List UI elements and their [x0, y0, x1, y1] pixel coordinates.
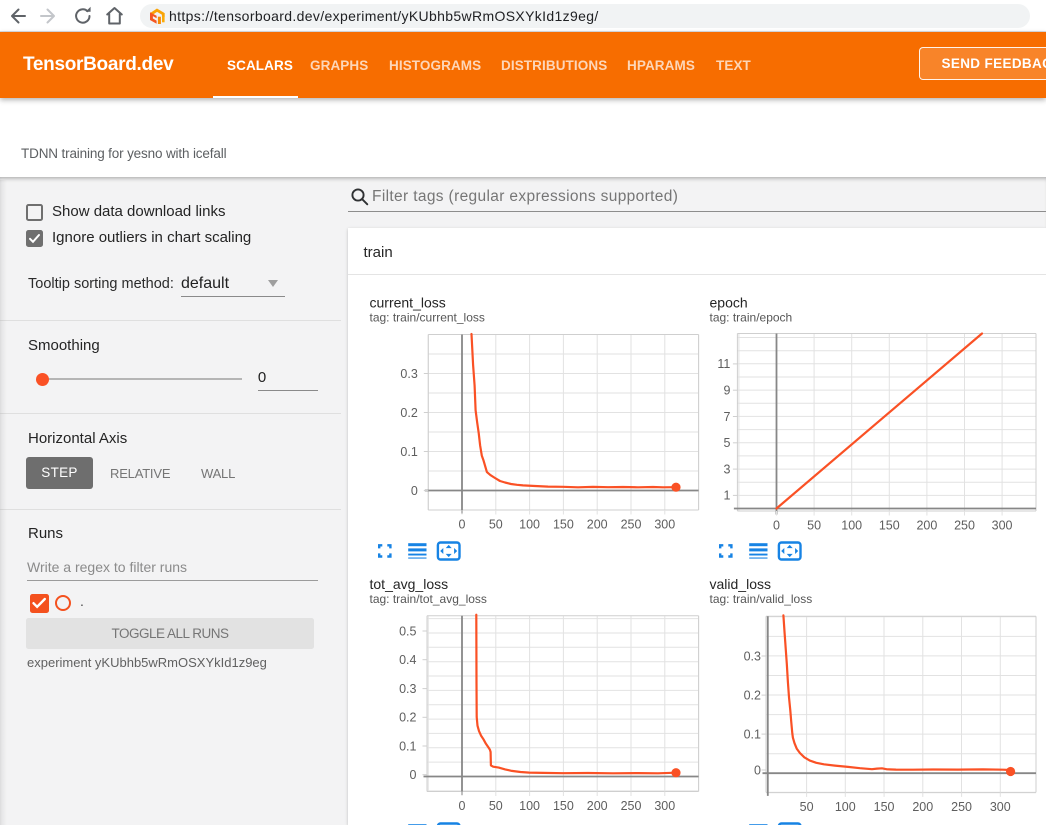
svg-text:250: 250	[621, 518, 642, 532]
svg-text:100: 100	[835, 800, 856, 814]
svg-text:150: 150	[879, 519, 900, 533]
svg-text:300: 300	[654, 799, 675, 813]
svg-text:0.1: 0.1	[399, 739, 416, 753]
svg-text:0: 0	[459, 799, 466, 813]
svg-text:100: 100	[519, 518, 540, 532]
svg-text:300: 300	[990, 800, 1011, 814]
svg-text:250: 250	[621, 799, 642, 813]
svg-text:300: 300	[992, 519, 1013, 533]
svg-text:valid_loss: valid_loss	[710, 576, 771, 592]
svg-text:200: 200	[912, 800, 933, 814]
svg-text:1: 1	[723, 489, 730, 503]
svg-text:0.1: 0.1	[744, 727, 761, 741]
svg-text:0.4: 0.4	[399, 653, 416, 667]
svg-text:0: 0	[459, 518, 466, 532]
svg-text:200: 200	[587, 518, 608, 532]
svg-text:11: 11	[717, 357, 730, 371]
svg-text:50: 50	[800, 800, 814, 814]
svg-text:0.1: 0.1	[400, 445, 417, 459]
svg-text:tag: train/current_loss: tag: train/current_loss	[370, 311, 485, 325]
svg-text:50: 50	[807, 519, 821, 533]
svg-text:200: 200	[916, 519, 937, 533]
svg-text:300: 300	[654, 518, 675, 532]
svg-text:0.3: 0.3	[400, 367, 417, 381]
svg-text:7: 7	[723, 410, 730, 424]
svg-text:0.3: 0.3	[744, 649, 761, 663]
svg-text:250: 250	[951, 800, 972, 814]
svg-text:0: 0	[754, 763, 761, 777]
svg-text:200: 200	[587, 799, 608, 813]
svg-text:100: 100	[841, 519, 862, 533]
svg-text:5: 5	[723, 436, 730, 450]
svg-text:tag: train/tot_avg_loss: tag: train/tot_avg_loss	[370, 592, 487, 606]
svg-text:150: 150	[553, 799, 574, 813]
svg-text:150: 150	[553, 518, 574, 532]
svg-text:0.2: 0.2	[399, 711, 416, 725]
svg-text:3: 3	[723, 462, 730, 476]
svg-text:0.5: 0.5	[399, 624, 416, 638]
svg-text:0.2: 0.2	[400, 406, 417, 420]
svg-text:tag: train/valid_loss: tag: train/valid_loss	[710, 592, 813, 606]
svg-text:250: 250	[954, 519, 975, 533]
svg-text:current_loss: current_loss	[370, 295, 446, 311]
svg-text:100: 100	[519, 799, 540, 813]
svg-text:0.3: 0.3	[399, 682, 416, 696]
svg-text:epoch: epoch	[710, 295, 748, 311]
svg-text:0.2: 0.2	[744, 688, 761, 702]
svg-text:50: 50	[489, 518, 503, 532]
svg-text:0: 0	[411, 484, 418, 498]
svg-text:150: 150	[874, 800, 895, 814]
svg-text:tag: train/epoch: tag: train/epoch	[710, 311, 793, 325]
svg-text:0: 0	[410, 768, 417, 782]
svg-text:tot_avg_loss: tot_avg_loss	[370, 576, 449, 592]
svg-text:9: 9	[723, 384, 730, 398]
svg-text:0: 0	[773, 519, 780, 533]
svg-text:50: 50	[489, 799, 503, 813]
